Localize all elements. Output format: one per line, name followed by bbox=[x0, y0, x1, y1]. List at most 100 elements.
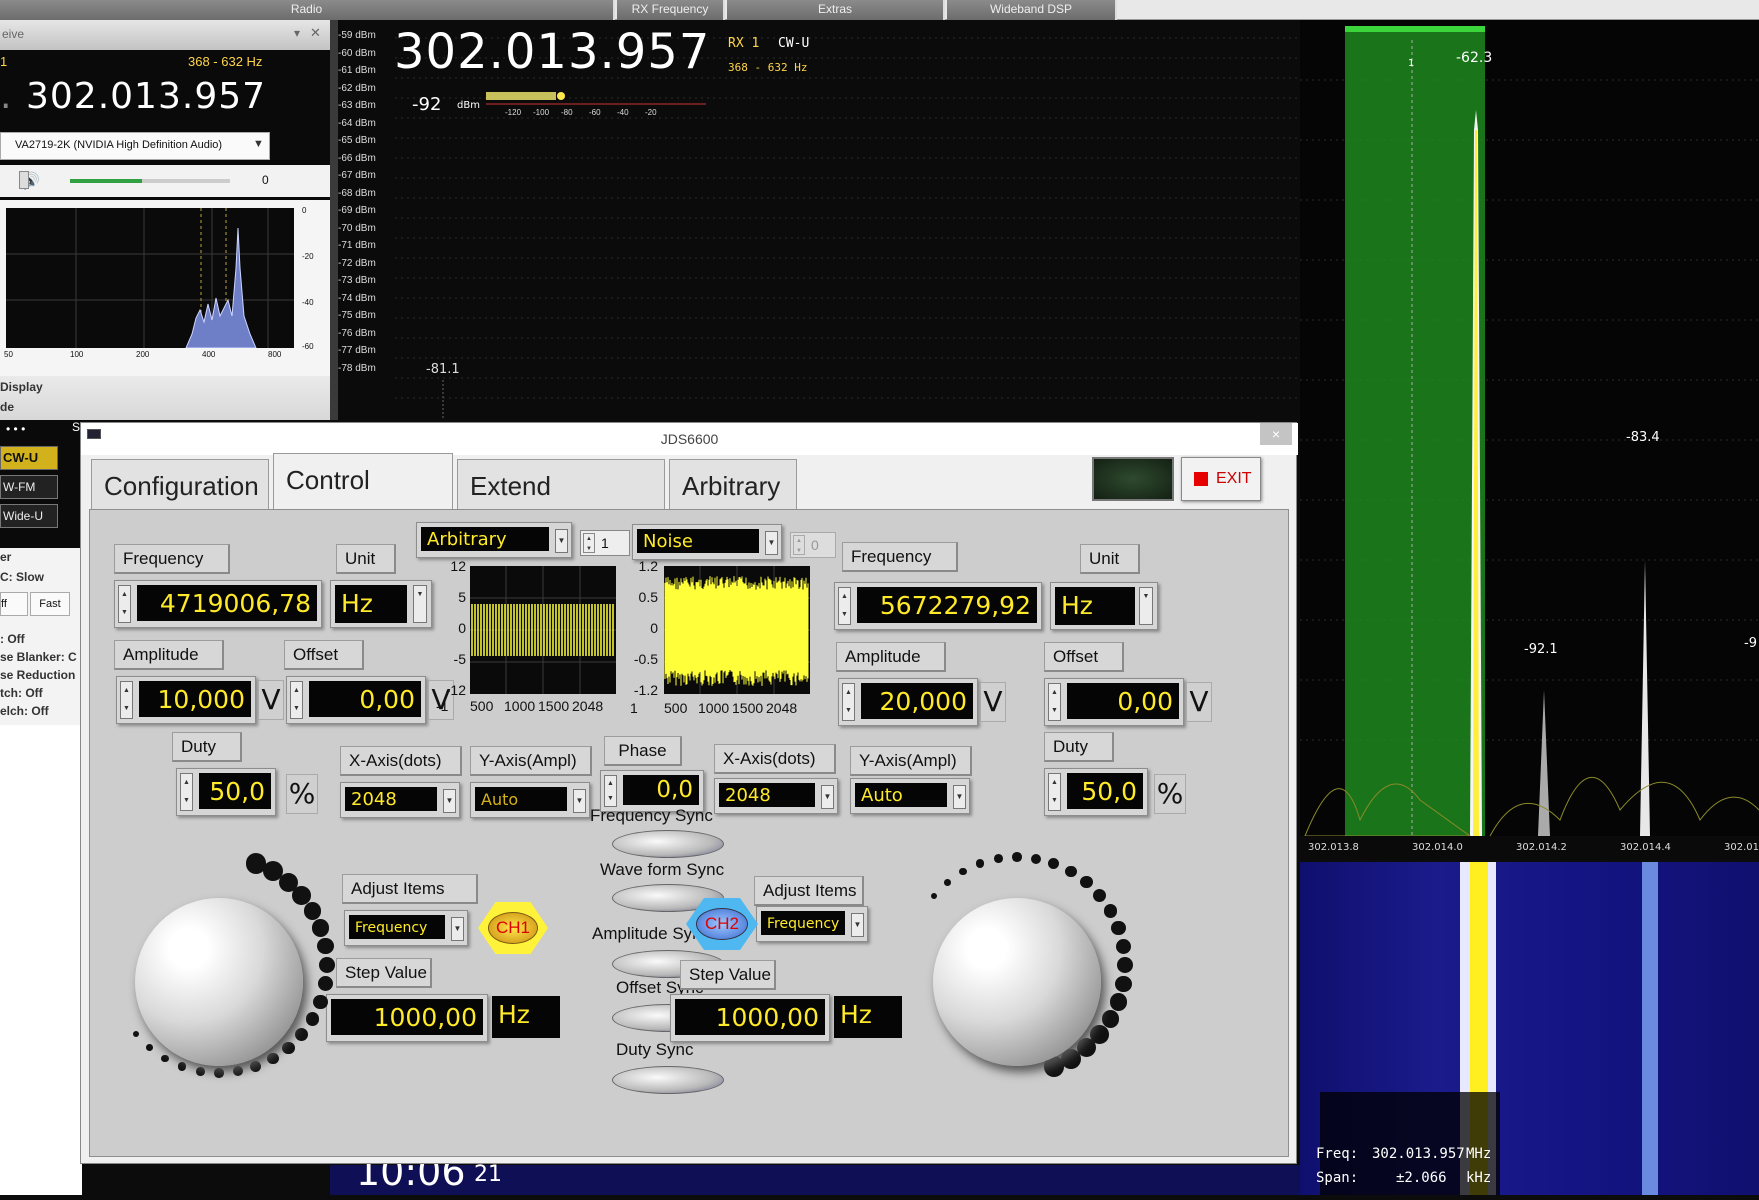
more-dots[interactable]: • • • bbox=[6, 422, 25, 436]
plot-tick-label: 1000 bbox=[504, 698, 536, 714]
mode-wide-u[interactable]: Wide-U bbox=[0, 504, 58, 528]
ch1-duty-spinner[interactable]: ▲ ▼ bbox=[180, 773, 193, 811]
ch1-duty-input[interactable]: ▲ ▼ 50,0 bbox=[176, 768, 276, 816]
ch1-frequency-spinner[interactable]: ▲ ▼ bbox=[118, 585, 131, 623]
ch1-offset-spinner[interactable]: ▲ ▼ bbox=[290, 681, 303, 719]
knob-scale-dot bbox=[245, 853, 267, 874]
ch1-amplitude-unit: V bbox=[258, 680, 284, 720]
waterfall[interactable]: Freq: 302.013.957 MHz Span: ±2.066 kHz bbox=[1300, 862, 1759, 1195]
mode-section[interactable]: de bbox=[0, 400, 14, 414]
ch1-offset-value: 0,00 bbox=[309, 681, 421, 717]
ch2-x-axis-select[interactable]: 2048 ▼ bbox=[714, 778, 838, 814]
receive-frequency[interactable]: 302.013.957 bbox=[26, 76, 266, 117]
ch1-x-axis-select[interactable]: 2048 ▼ bbox=[340, 782, 460, 818]
rx-label: RX 1 bbox=[728, 36, 760, 51]
x-tick: 302.013.8 bbox=[1308, 842, 1359, 853]
mode-w-fm[interactable]: W-FM bbox=[0, 475, 58, 499]
channel-marker: 1 bbox=[1408, 58, 1415, 69]
ch1-frequency-input[interactable]: ▲ ▼ 4719006,78 bbox=[114, 580, 322, 628]
ch1-step-input[interactable]: 1000,00 bbox=[326, 994, 488, 1042]
dbm-label: -74 dBm bbox=[338, 292, 376, 304]
ch2-waveform-plot bbox=[664, 566, 810, 694]
close-icon[interactable]: × bbox=[1260, 423, 1292, 445]
tab-arbitrary[interactable]: Arbitrary bbox=[669, 459, 797, 511]
frequency-sync-button[interactable] bbox=[612, 830, 724, 858]
agc-off-button[interactable]: ff bbox=[0, 592, 28, 616]
ch2-adjust-select[interactable]: Frequency ▼ bbox=[756, 906, 868, 942]
main-frequency[interactable]: 302.013.957 bbox=[394, 24, 710, 80]
dbm-label: -62 dBm bbox=[338, 82, 376, 94]
ch1-wave-index-value: 1 bbox=[601, 535, 609, 551]
ch2-adjust-knob[interactable] bbox=[933, 898, 1101, 1066]
panel-close-icon[interactable]: ✕ bbox=[310, 25, 321, 41]
tab-extras[interactable]: Extras bbox=[727, 0, 945, 20]
ch1-adjust-value: Frequency bbox=[349, 915, 445, 939]
volume-value: 0 bbox=[262, 173, 269, 187]
ch1-y-axis-select[interactable]: Auto ▼ bbox=[470, 782, 590, 818]
ch1-unit-select[interactable]: Hz ▼ bbox=[330, 580, 432, 628]
ch2-offset-input[interactable]: ▲ ▼ 0,00 bbox=[1044, 678, 1184, 726]
ch1-waveform-select[interactable]: Arbitrary ▼ bbox=[416, 522, 572, 558]
tab-wideband-dsp[interactable]: Wideband DSP bbox=[947, 0, 1117, 20]
tab-rx-frequency[interactable]: RX Frequency bbox=[617, 0, 725, 20]
ch2-frequency-input[interactable]: ▲ ▼ 5672279,92 bbox=[834, 582, 1042, 630]
knob-scale-dot bbox=[976, 859, 985, 868]
chevron-down-icon[interactable]: ▼ bbox=[1139, 587, 1153, 625]
audio-device-label: VA2719-2K (NVIDIA High Definition Audio) bbox=[15, 139, 223, 151]
ch1-amplitude-input[interactable]: ▲ ▼ 10,000 bbox=[116, 676, 256, 724]
chevron-down-icon[interactable]: ▼ bbox=[451, 917, 464, 941]
ch1-adjust-select[interactable]: Frequency ▼ bbox=[344, 910, 468, 946]
chevron-down-icon[interactable]: ▼ bbox=[555, 529, 568, 553]
tab-control-panel[interactable]: Control Panel bbox=[273, 453, 453, 547]
chevron-down-icon[interactable]: ▼ bbox=[573, 789, 586, 813]
s-label: S bbox=[72, 420, 81, 434]
ch2-waveform-select[interactable]: Noise ▼ bbox=[632, 524, 782, 560]
exit-button[interactable]: EXIT bbox=[1181, 457, 1261, 501]
ch1-badge[interactable]: CH1 bbox=[488, 912, 538, 944]
chevron-down-icon[interactable]: ▼ bbox=[953, 785, 966, 809]
panel-menu-icon[interactable]: ▾ bbox=[294, 26, 300, 40]
volume-slider[interactable] bbox=[70, 179, 230, 183]
plot-tick-label: -5 bbox=[453, 651, 466, 667]
ch1-amplitude-spinner[interactable]: ▲ ▼ bbox=[120, 681, 133, 719]
status-line: se Reduction bbox=[0, 668, 76, 682]
knob-scale-dot bbox=[295, 1027, 309, 1041]
knob-scale-dot bbox=[931, 892, 938, 899]
top-menu-bar: Radio RX Frequency Extras Wideband DSP bbox=[0, 0, 1759, 20]
phase-spinner[interactable]: ▲ ▼ bbox=[604, 775, 617, 807]
ch2-amplitude-input[interactable]: ▲ ▼ 20,000 bbox=[838, 678, 978, 726]
tab-radio[interactable]: Radio bbox=[0, 0, 615, 20]
right-spectrum[interactable]: -62.3 1 -83.4 -92.1 -9 302.013.8 302.014… bbox=[1300, 20, 1759, 860]
chevron-down-icon[interactable]: ▼ bbox=[851, 913, 864, 937]
ch2-step-input[interactable]: 1000,00 bbox=[670, 994, 830, 1042]
tab-extend-function[interactable]: Extend Function bbox=[457, 459, 665, 553]
frequency-sync-label: Frequency Sync bbox=[590, 806, 713, 825]
ch1-waveform-plot bbox=[470, 566, 616, 694]
ch2-unit-select[interactable]: Hz ▼ bbox=[1050, 582, 1158, 630]
ch2-y-axis-select[interactable]: Auto ▼ bbox=[850, 778, 970, 814]
ch1-adjust-knob[interactable] bbox=[135, 898, 303, 1066]
ch2-duty-spinner[interactable]: ▲ ▼ bbox=[1048, 773, 1061, 811]
mode-cw-u[interactable]: CW-U bbox=[0, 446, 58, 470]
tab-configuration[interactable]: Configuration bbox=[91, 459, 269, 511]
ch2-badge[interactable]: CH2 bbox=[696, 908, 748, 940]
audio-device-select[interactable]: VA2719-2K (NVIDIA High Definition Audio)… bbox=[0, 132, 270, 160]
chevron-down-icon[interactable]: ▼ bbox=[765, 531, 778, 555]
ch2-step-value: 1000,00 bbox=[675, 999, 825, 1035]
agc-fast-button[interactable]: Fast bbox=[30, 592, 70, 616]
ch2-frequency-spinner[interactable]: ▲ ▼ bbox=[838, 587, 851, 625]
display-section[interactable]: Display bbox=[0, 380, 43, 394]
ch2-wave-index-spinner: ▲ ▼ bbox=[793, 535, 805, 555]
duty-sync-button[interactable] bbox=[612, 1066, 724, 1094]
volume-slider-thumb[interactable] bbox=[19, 171, 29, 189]
ch2-duty-input[interactable]: ▲ ▼ 50,0 bbox=[1044, 768, 1148, 816]
ch1-wave-index-spinner[interactable]: ▲ ▼ bbox=[583, 533, 595, 553]
chevron-down-icon[interactable]: ▼ bbox=[443, 789, 456, 813]
chevron-down-icon[interactable]: ▼ bbox=[821, 785, 834, 809]
chevron-down-icon[interactable]: ▼ bbox=[413, 585, 427, 623]
ch1-wave-index[interactable]: ▲ ▼ 1 bbox=[580, 530, 630, 556]
audio-y-tick: -40 bbox=[302, 298, 314, 307]
ch1-offset-input[interactable]: ▲ ▼ 0,00 bbox=[286, 676, 426, 724]
ch2-offset-spinner[interactable]: ▲ ▼ bbox=[1048, 683, 1061, 721]
ch2-amplitude-spinner[interactable]: ▲ ▼ bbox=[842, 683, 855, 721]
